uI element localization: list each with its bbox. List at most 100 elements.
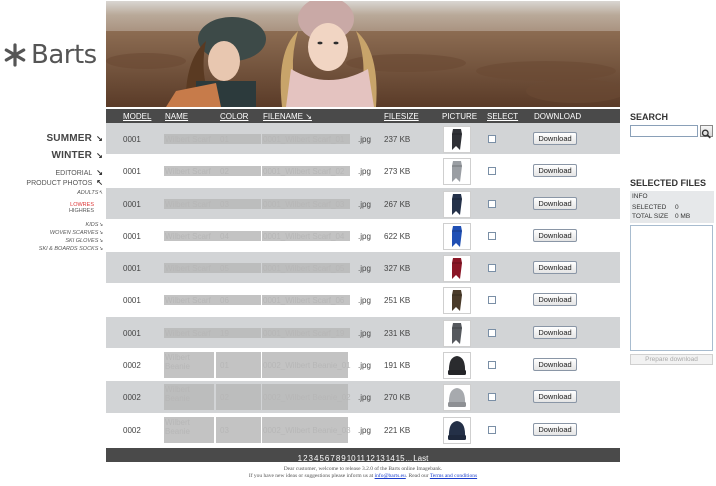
cell-filename: 0002_Wilbert Beanie_02 [263, 393, 351, 403]
select-checkbox[interactable] [488, 296, 496, 305]
cell-filesize: 622 KB [384, 231, 411, 241]
arrow-down-right-icon: ↘ [96, 134, 103, 143]
download-button[interactable]: Download [533, 422, 577, 436]
page-link[interactable]: 11 [357, 454, 365, 463]
nav-highres[interactable]: HIGHRES [69, 208, 94, 215]
nav-editorial[interactable]: EDITORIAL ↘ PRODUCT PHOTOS ↖ [26, 168, 103, 188]
nav-ski-gloves[interactable]: SKI GLOVES↘ [65, 238, 103, 245]
cell-filesize: 237 KB [384, 135, 411, 144]
column-name[interactable]: NAME [165, 112, 188, 121]
pager-ellipsis: ... [405, 454, 413, 463]
page-link[interactable]: 9 [341, 454, 345, 463]
product-thumbnail[interactable] [443, 352, 471, 380]
product-thumbnail[interactable] [443, 255, 471, 283]
download-button[interactable]: Download [533, 261, 577, 275]
cell-color: 03 [220, 199, 229, 209]
cell-filename: 0001_Wilbert Scarf_06 [263, 296, 345, 306]
select-checkbox[interactable] [488, 425, 496, 434]
magnifier-icon [701, 129, 711, 139]
cell-filesize: 327 KB [384, 264, 411, 274]
page-link[interactable]: 8 [336, 454, 340, 463]
barts-logo[interactable]: Barts [2, 38, 97, 72]
column-filename[interactable]: FILENAME ↘ [263, 112, 312, 121]
cell-name: Wilbert Scarf [165, 328, 211, 338]
cell-filename: 0002_Wilbert Beanie_01 [263, 361, 351, 371]
cell-extension: .jpg [358, 167, 371, 177]
info-label: INFO [632, 193, 648, 200]
select-checkbox[interactable] [488, 393, 496, 402]
cell-filename: 0002_Wilbert Beanie_03 [263, 425, 351, 435]
product-thumbnail[interactable] [443, 384, 471, 412]
nav-kids[interactable]: KIDS↘ [86, 222, 103, 229]
page-link[interactable]: 14 [386, 454, 395, 463]
page-link[interactable]: 7 [330, 454, 334, 463]
select-checkbox[interactable] [488, 328, 496, 337]
table-row: 0002 Wilbert Beanie 03 0002_Wilbert Beanie_… [106, 413, 620, 446]
search-input[interactable] [630, 125, 698, 137]
page-link[interactable]: 3 [309, 454, 313, 463]
column-select[interactable]: SELECT [487, 112, 518, 121]
cell-color: 01 [220, 361, 229, 371]
select-checkbox[interactable] [488, 231, 496, 240]
page-link[interactable]: 13 [376, 454, 385, 463]
search-button[interactable] [700, 125, 713, 139]
terms-link[interactable]: Terms and conditions [430, 473, 477, 479]
nav-summer[interactable]: SUMMER ↘ [46, 133, 103, 144]
product-thumbnail[interactable] [443, 319, 471, 347]
selected-files-title: SELECTED FILES [630, 178, 707, 188]
cell-model: 0002 [123, 361, 141, 371]
column-filesize[interactable]: FILESIZE [384, 112, 419, 121]
select-checkbox[interactable] [488, 167, 496, 176]
page-link[interactable]: 2 [303, 454, 307, 463]
prepare-download-button[interactable]: Prepare download [630, 354, 713, 365]
cell-extension: .jpg [358, 425, 371, 435]
cell-name: Wilbert Scarf [165, 199, 211, 209]
download-button[interactable]: Download [533, 164, 577, 178]
page-link[interactable]: 12 [366, 454, 375, 463]
nav-woven-scarves[interactable]: WOVEN SCARVES↘ [50, 230, 103, 237]
product-thumbnail[interactable] [443, 222, 471, 250]
email-link[interactable]: info@barts.eu [375, 473, 406, 479]
page-link[interactable]: 10 [347, 454, 356, 463]
column-model[interactable]: MODEL [123, 112, 151, 121]
select-checkbox[interactable] [488, 361, 496, 370]
page-link[interactable]: 1 [298, 454, 302, 463]
pagination: 123456789101112131415...Last [106, 448, 620, 463]
download-button[interactable]: Download [533, 196, 577, 210]
column-color[interactable]: COLOR [220, 112, 248, 121]
page-link[interactable]: 4 [314, 454, 318, 463]
select-checkbox[interactable] [488, 264, 496, 273]
cell-filesize: 273 KB [384, 167, 411, 177]
download-button[interactable]: Download [533, 293, 577, 307]
download-button[interactable]: Download [533, 390, 577, 404]
page-link[interactable]: 5 [319, 454, 323, 463]
nav-adults[interactable]: ADULTS↖ [77, 190, 103, 197]
download-button[interactable]: Download [533, 228, 577, 242]
page-link[interactable]: 6 [325, 454, 329, 463]
image-table: MODEL NAME COLOR FILENAME ↘ FILESIZE PIC… [106, 109, 620, 446]
product-thumbnail[interactable] [443, 158, 471, 186]
logo-wordmark: Barts [31, 40, 97, 70]
nav-winter[interactable]: WINTER ↘ [51, 150, 103, 161]
page-link[interactable]: 15 [396, 454, 405, 463]
table-row: 0002 Wilbert Beanie 01 0002_Wilbert Beanie_… [106, 349, 620, 382]
product-thumbnail[interactable] [443, 190, 471, 218]
product-thumbnail[interactable] [443, 287, 471, 315]
product-thumbnail[interactable] [443, 126, 471, 153]
cell-filesize: 267 KB [384, 199, 411, 209]
cell-name: Wilbert Scarf [165, 231, 211, 241]
download-button[interactable]: Download [533, 358, 577, 372]
download-button[interactable]: Download [533, 325, 577, 339]
nav-product-photos-label[interactable]: PRODUCT PHOTOS [26, 180, 92, 187]
cell-name: Wilbert Beanie [165, 417, 190, 436]
cell-name: Wilbert Scarf [165, 264, 211, 274]
cell-color: 05 [220, 264, 229, 274]
select-checkbox[interactable] [488, 135, 496, 143]
product-thumbnail[interactable] [443, 416, 471, 444]
cell-filename: 0001_Wilbert Scarf_04 [263, 231, 345, 241]
select-checkbox[interactable] [488, 199, 496, 208]
download-button[interactable]: Download [533, 132, 577, 145]
nav-ski-socks[interactable]: SKI & BOARDS SOCKS↘ [39, 246, 103, 253]
selected-files-list[interactable] [630, 225, 713, 351]
last-page-link[interactable]: Last [413, 454, 428, 463]
